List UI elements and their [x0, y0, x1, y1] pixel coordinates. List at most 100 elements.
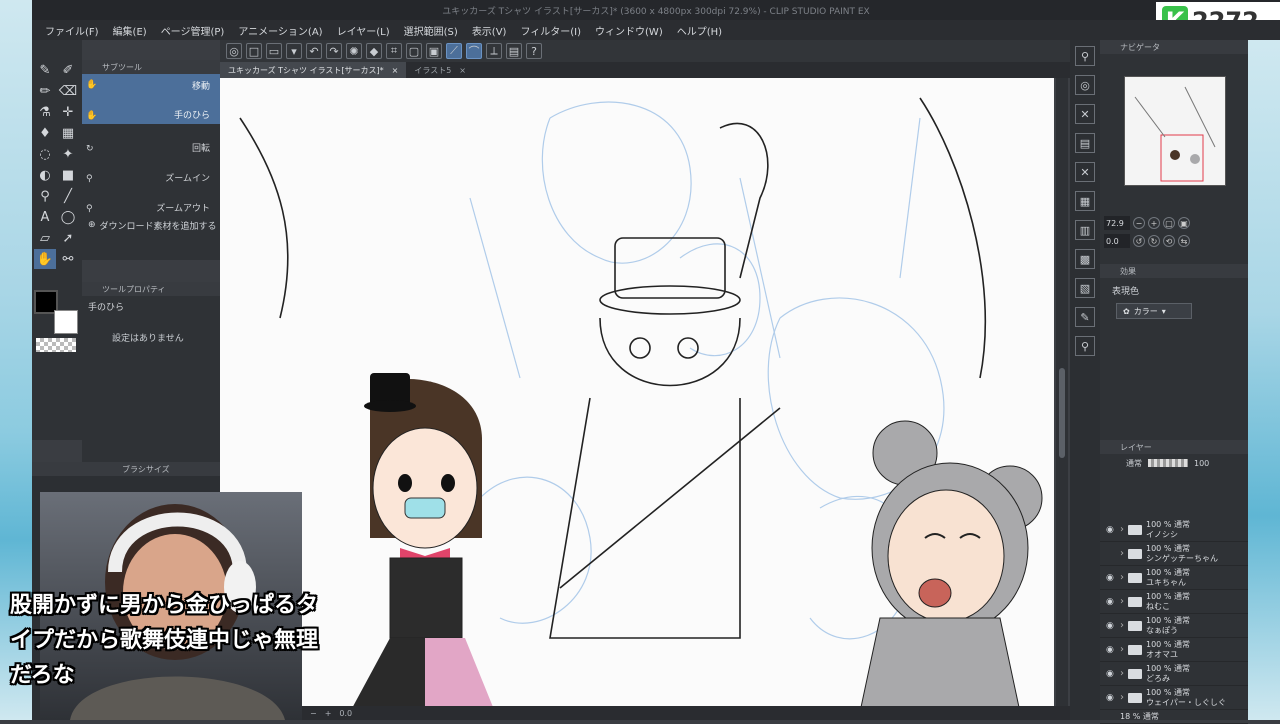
figure-library-icon[interactable]: ⚲	[1075, 336, 1095, 356]
help-icon[interactable]: ?	[526, 43, 542, 59]
transparent-color-swatch[interactable]	[36, 338, 76, 352]
canvas-vertical-scrollbar[interactable]	[1056, 78, 1068, 712]
layer-row[interactable]: ◉ › 100 % 通常 ねむこ	[1100, 590, 1248, 614]
layer-row[interactable]: ◉ › 100 % 通常 イノシシ	[1100, 518, 1248, 542]
menu-edit[interactable]: 編集(E)	[106, 23, 154, 38]
eyedropper-icon[interactable]: ⚯	[57, 249, 79, 269]
fill-icon[interactable]: ◆	[366, 43, 382, 59]
snap-special-ruler-icon[interactable]: ⌒	[466, 43, 482, 59]
menu-layer[interactable]: レイヤー(L)	[330, 23, 397, 38]
layer-property-icon[interactable]: ▥	[1075, 220, 1095, 240]
subtool-move[interactable]: ✋ 移動	[82, 74, 220, 96]
delete-icon[interactable]: ✕	[1075, 162, 1095, 182]
eye-icon[interactable]: ◉	[1106, 573, 1116, 583]
zoom-in-button[interactable]: +	[325, 709, 332, 718]
menu-animation[interactable]: アニメーション(A)	[231, 23, 329, 38]
chevron-right-icon[interactable]: ›	[1120, 692, 1124, 703]
zoom-out-icon[interactable]: −	[1133, 217, 1145, 229]
menu-view[interactable]: 表示(V)	[465, 23, 514, 38]
fill-bucket-icon[interactable]: ♦	[34, 123, 56, 143]
gradient-icon[interactable]: ◐	[34, 165, 56, 185]
blend-mode-select[interactable]: 通常	[1126, 458, 1142, 469]
subtool-zoom-in[interactable]: ⚲ ズームイン	[82, 154, 220, 184]
pen-icon[interactable]: ✎	[34, 60, 56, 80]
subtool-rotate[interactable]: ↻ 回転	[82, 124, 220, 154]
zoom-value[interactable]: 72.9	[1104, 216, 1130, 230]
layer-row[interactable]: ◉ › 100 % 通常 オオマユ	[1100, 638, 1248, 662]
clip-studio-icon[interactable]: ◎	[226, 43, 242, 59]
eye-icon[interactable]: ◉	[1106, 669, 1116, 679]
tab-illustration-5[interactable]: イラスト5 ×	[406, 62, 474, 78]
layer-row[interactable]: ◉ › 100 % 通常 ウェイパー・しぐしぐ	[1100, 686, 1248, 710]
undo-icon[interactable]: ↶	[306, 43, 322, 59]
zoom-tool-icon[interactable]: ⚲	[34, 186, 56, 206]
line-icon[interactable]: ╱	[57, 186, 79, 206]
menu-window[interactable]: ウィンドウ(W)	[588, 23, 670, 38]
redo-icon[interactable]: ↷	[326, 43, 342, 59]
add-download-material-button[interactable]: ⊕ ダウンロード素材を追加する	[82, 214, 220, 236]
new-file-icon[interactable]: □	[246, 43, 262, 59]
frame-icon[interactable]: ▱	[34, 228, 56, 248]
snap-grid-icon[interactable]: ⟂	[486, 43, 502, 59]
scrollbar-thumb[interactable]	[1059, 368, 1065, 458]
chevron-right-icon[interactable]: ›	[1120, 524, 1124, 535]
subtool-zoom-out[interactable]: ⚲ ズームアウト	[82, 184, 220, 214]
menu-page[interactable]: ページ管理(P)	[154, 23, 232, 38]
menu-filter[interactable]: フィルター(I)	[513, 23, 588, 38]
chevron-right-icon[interactable]: ›	[1120, 572, 1124, 583]
navigator-icon[interactable]: ◎	[1075, 75, 1095, 95]
clear-icon[interactable]: ▢	[406, 43, 422, 59]
chevron-right-icon[interactable]: ›	[1120, 548, 1124, 559]
close-icon[interactable]: ×	[392, 66, 399, 75]
eraser-icon[interactable]: ⌫	[57, 81, 79, 101]
tone-icon[interactable]: ▦	[1075, 191, 1095, 211]
opacity-slider[interactable]	[1148, 459, 1188, 467]
layer-row[interactable]: ◉ › 100 % 通常 どろみ	[1100, 662, 1248, 686]
opacity-value[interactable]: 100	[1194, 459, 1209, 468]
eye-icon[interactable]: ◉	[1106, 525, 1116, 535]
settings-icon[interactable]: ▤	[506, 43, 522, 59]
rotate-left-icon[interactable]: ↺	[1133, 235, 1145, 247]
snap-ruler-icon[interactable]: ⟋	[446, 43, 462, 59]
layer-row[interactable]: 18 % 通常	[1100, 710, 1248, 724]
chevron-right-icon[interactable]: ›	[1120, 668, 1124, 679]
eye-icon[interactable]: ◉	[1106, 693, 1116, 703]
auto-action-icon[interactable]: ✎	[1075, 307, 1095, 327]
open-file-icon[interactable]: ▭	[266, 43, 282, 59]
balloon-icon[interactable]: ◯	[57, 207, 79, 227]
brush-icon[interactable]: ✏	[34, 81, 56, 101]
lasso-icon[interactable]: ◌	[34, 144, 56, 164]
rotation-value[interactable]: 0.0	[1104, 234, 1130, 248]
layer-row[interactable]: ◉ › 100 % 通常 ユキちゃん	[1100, 566, 1248, 590]
menu-selection[interactable]: 選択範囲(S)	[397, 23, 465, 38]
zoom-in-icon[interactable]: +	[1148, 217, 1160, 229]
hand-icon[interactable]: ✋	[34, 249, 56, 269]
layer-row[interactable]: ◉ › 100 % 通常 なぁぽう	[1100, 614, 1248, 638]
magic-wand-icon[interactable]: ✦	[57, 144, 79, 164]
operation-icon[interactable]: ➚	[57, 228, 79, 248]
navigator-thumbnail[interactable]	[1124, 76, 1226, 186]
zoom-out-button[interactable]: −	[310, 709, 317, 718]
selection-icon[interactable]: ▣	[426, 43, 442, 59]
eye-icon[interactable]: ◉	[1106, 597, 1116, 607]
grid-tool-icon[interactable]: ▦	[57, 123, 79, 143]
menu-file[interactable]: ファイル(F)	[38, 23, 106, 38]
menu-help[interactable]: ヘルプ(H)	[670, 23, 729, 38]
layer-row[interactable]: › 100 % 通常 シンゲッチーちゃん	[1100, 542, 1248, 566]
chevron-right-icon[interactable]: ›	[1120, 620, 1124, 631]
expression-color-select[interactable]: ✿ カラー ▾	[1116, 303, 1192, 319]
actual-size-icon[interactable]: ▣	[1178, 217, 1190, 229]
close-icon[interactable]: ×	[459, 66, 466, 75]
flip-icon[interactable]: ⇆	[1178, 235, 1190, 247]
pencil-icon[interactable]: ✐	[57, 60, 79, 80]
eye-icon[interactable]: ◉	[1106, 621, 1116, 631]
reset-rotation-icon[interactable]: ⟲	[1163, 235, 1175, 247]
close-panel-icon[interactable]: ✕	[1075, 104, 1095, 124]
sub-color-swatch[interactable]	[54, 310, 78, 334]
rotate-right-icon[interactable]: ↻	[1148, 235, 1160, 247]
transform-icon[interactable]: ⌗	[386, 43, 402, 59]
text-icon[interactable]: A	[34, 207, 56, 227]
tab-circus-illustration[interactable]: ユキッカーズ Tシャツ イラスト[サーカス]* ×	[220, 62, 407, 78]
move-layer-icon[interactable]: ✛	[57, 102, 79, 122]
figure-icon[interactable]: ■	[57, 165, 79, 185]
